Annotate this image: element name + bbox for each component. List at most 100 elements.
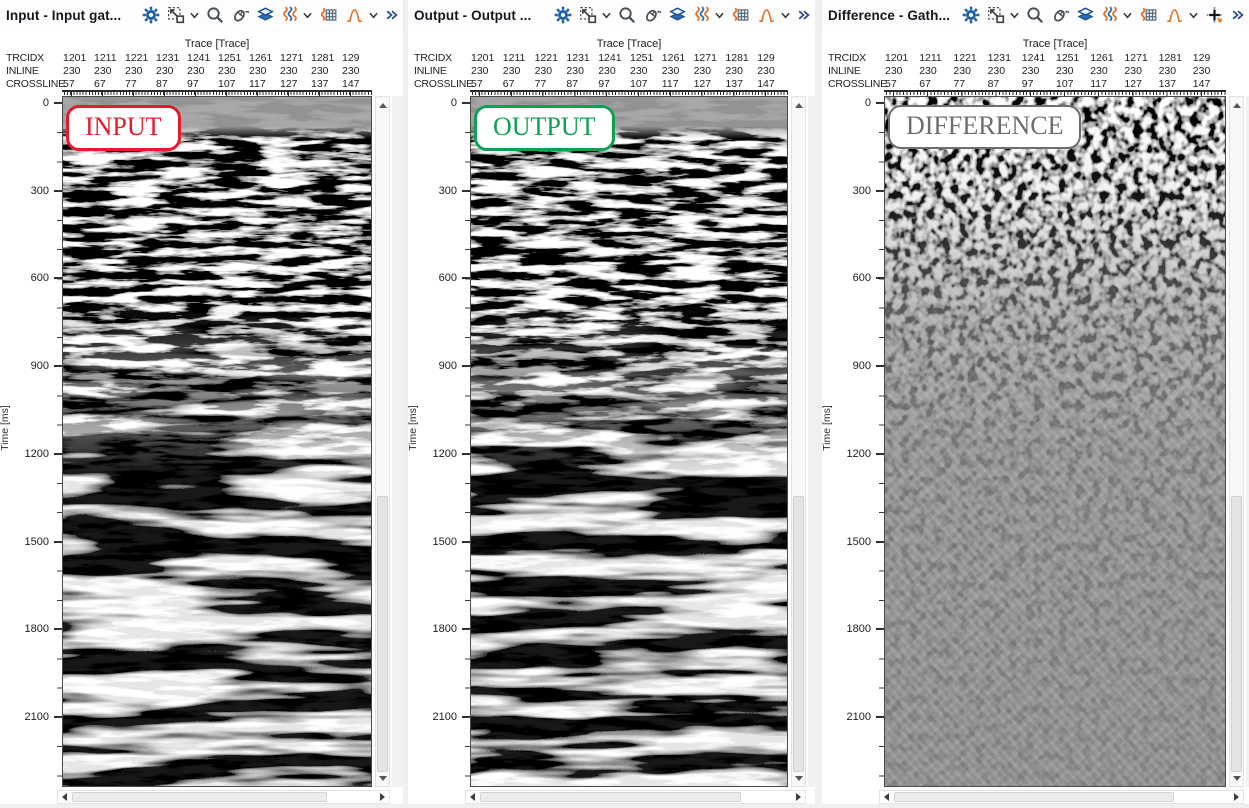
header-value: 1271	[1124, 52, 1158, 64]
up-arrow-icon	[1233, 103, 1241, 108]
dropdown-caret-icon[interactable]	[1010, 12, 1019, 19]
scroll-down-button[interactable]	[1230, 771, 1243, 785]
header-value: 230	[1124, 65, 1158, 77]
scroll-left-button[interactable]	[880, 791, 893, 803]
layers-icon[interactable]	[1076, 5, 1095, 25]
vertical-scroll-thumb[interactable]	[793, 496, 804, 772]
scroll-left-button[interactable]	[466, 791, 479, 803]
header-value: 1261	[249, 52, 280, 64]
dropdown-caret-icon[interactable]	[1189, 12, 1198, 19]
time-axis-ticks: 03006009001200150018002100	[0, 96, 62, 787]
pointer-select-icon[interactable]	[987, 5, 1005, 25]
header-value: 117	[1090, 78, 1124, 90]
right-arrow-icon	[796, 793, 801, 801]
vertical-scroll-thumb[interactable]	[1231, 496, 1242, 772]
scroll-down-button[interactable]	[792, 771, 805, 785]
header-value: 1281	[311, 52, 342, 64]
header-value: 77	[125, 78, 156, 90]
crosshair-icon[interactable]	[1205, 5, 1224, 25]
header-row-inline: INLINE 230230230230230230230230230230	[6, 65, 403, 77]
overflow-icon[interactable]	[385, 5, 398, 25]
header-value: 1201	[63, 52, 94, 64]
panel-difference: Difference - Gath... Trace [Trace] TRCID…	[822, 0, 1249, 804]
header-value: 87	[566, 78, 598, 90]
header-value: 230	[311, 65, 342, 77]
wiggle-display-icon[interactable]	[1102, 5, 1118, 25]
layers-icon[interactable]	[668, 5, 687, 25]
header-value: 1241	[187, 52, 218, 64]
dropdown-caret-icon[interactable]	[1123, 12, 1132, 19]
panel-toolbar	[142, 5, 398, 25]
zoom-icon[interactable]	[1026, 5, 1044, 25]
header-value: 230	[125, 65, 156, 77]
spreadsheet-icon[interactable]	[319, 5, 338, 25]
wiggle-display-icon[interactable]	[694, 5, 710, 25]
header-value: 67	[503, 78, 535, 90]
pointer-select-icon[interactable]	[579, 5, 597, 25]
histogram-icon[interactable]	[757, 5, 776, 25]
seismic-view-difference[interactable]: DIFFERENCE	[884, 96, 1226, 787]
mouse-pan-icon[interactable]	[643, 5, 661, 25]
scroll-right-button[interactable]	[792, 791, 805, 803]
horizontal-scroll-thumb[interactable]	[480, 792, 741, 802]
header-value: 230	[953, 65, 987, 77]
dropdown-caret-icon[interactable]	[715, 12, 724, 19]
horizontal-scroll-thumb[interactable]	[72, 792, 327, 802]
spreadsheet-icon[interactable]	[1139, 5, 1158, 25]
scroll-right-button[interactable]	[376, 791, 389, 803]
spreadsheet-icon[interactable]	[731, 5, 750, 25]
vertical-scrollbar[interactable]	[375, 96, 390, 787]
time-tick-label: 0	[417, 97, 457, 109]
scroll-down-button[interactable]	[376, 771, 389, 785]
scroll-right-button[interactable]	[1230, 791, 1243, 803]
panel-input: Input - Input gat... Trace [Trace] TRCID…	[0, 0, 403, 804]
dropdown-caret-icon[interactable]	[303, 12, 312, 19]
panel-titlebar: Difference - Gath...	[822, 0, 1249, 30]
panel-main: Time [ms] 03006009001200150018002100 OUT…	[408, 96, 815, 787]
horizontal-scroll-thumb[interactable]	[894, 792, 1174, 802]
layers-icon[interactable]	[256, 5, 275, 25]
horizontal-scrollbar[interactable]	[879, 790, 1244, 804]
overflow-icon[interactable]	[1231, 5, 1244, 25]
zoom-icon[interactable]	[206, 5, 224, 25]
scroll-up-button[interactable]	[376, 98, 389, 112]
time-tick-label: 300	[417, 185, 457, 197]
seismic-view-output[interactable]: OUTPUT	[470, 96, 788, 787]
gear-icon[interactable]	[962, 5, 980, 25]
horizontal-scrollbar[interactable]	[57, 790, 390, 804]
header-value: 1201	[885, 52, 919, 64]
dropdown-caret-icon[interactable]	[190, 12, 199, 19]
mouse-pan-icon[interactable]	[231, 5, 249, 25]
trace-header: Trace [Trace] TRCIDX 1201121112211231124…	[822, 34, 1249, 96]
pointer-select-icon[interactable]	[167, 5, 185, 25]
header-value: 127	[694, 78, 726, 90]
overflow-icon[interactable]	[797, 5, 810, 25]
zoom-icon[interactable]	[618, 5, 636, 25]
scroll-up-button[interactable]	[1230, 98, 1243, 112]
time-tick-label: 2100	[417, 711, 457, 723]
vertical-scroll-thumb[interactable]	[377, 496, 388, 772]
header-row-label: INLINE	[414, 65, 447, 77]
gear-icon[interactable]	[142, 5, 160, 25]
scroll-up-button[interactable]	[792, 98, 805, 112]
header-value: 230	[94, 65, 125, 77]
seismic-view-input[interactable]: INPUT	[62, 96, 372, 787]
horizontal-scrollbar[interactable]	[465, 790, 806, 804]
dropdown-caret-icon[interactable]	[781, 12, 790, 19]
vertical-scrollbar[interactable]	[1229, 96, 1244, 787]
dropdown-caret-icon[interactable]	[369, 12, 378, 19]
panel-right-margin	[808, 96, 815, 787]
histogram-icon[interactable]	[1165, 5, 1184, 25]
header-value: 230	[1056, 65, 1090, 77]
vertical-scrollbar[interactable]	[791, 96, 806, 787]
time-tick-label: 1500	[417, 536, 457, 548]
gear-icon[interactable]	[554, 5, 572, 25]
histogram-icon[interactable]	[345, 5, 364, 25]
panel-title: Input - Input gat...	[6, 8, 121, 23]
mouse-pan-icon[interactable]	[1051, 5, 1069, 25]
header-value: 1241	[598, 52, 630, 64]
header-value: 97	[187, 78, 218, 90]
dropdown-caret-icon[interactable]	[602, 12, 611, 19]
scroll-left-button[interactable]	[58, 791, 71, 803]
wiggle-display-icon[interactable]	[282, 5, 298, 25]
